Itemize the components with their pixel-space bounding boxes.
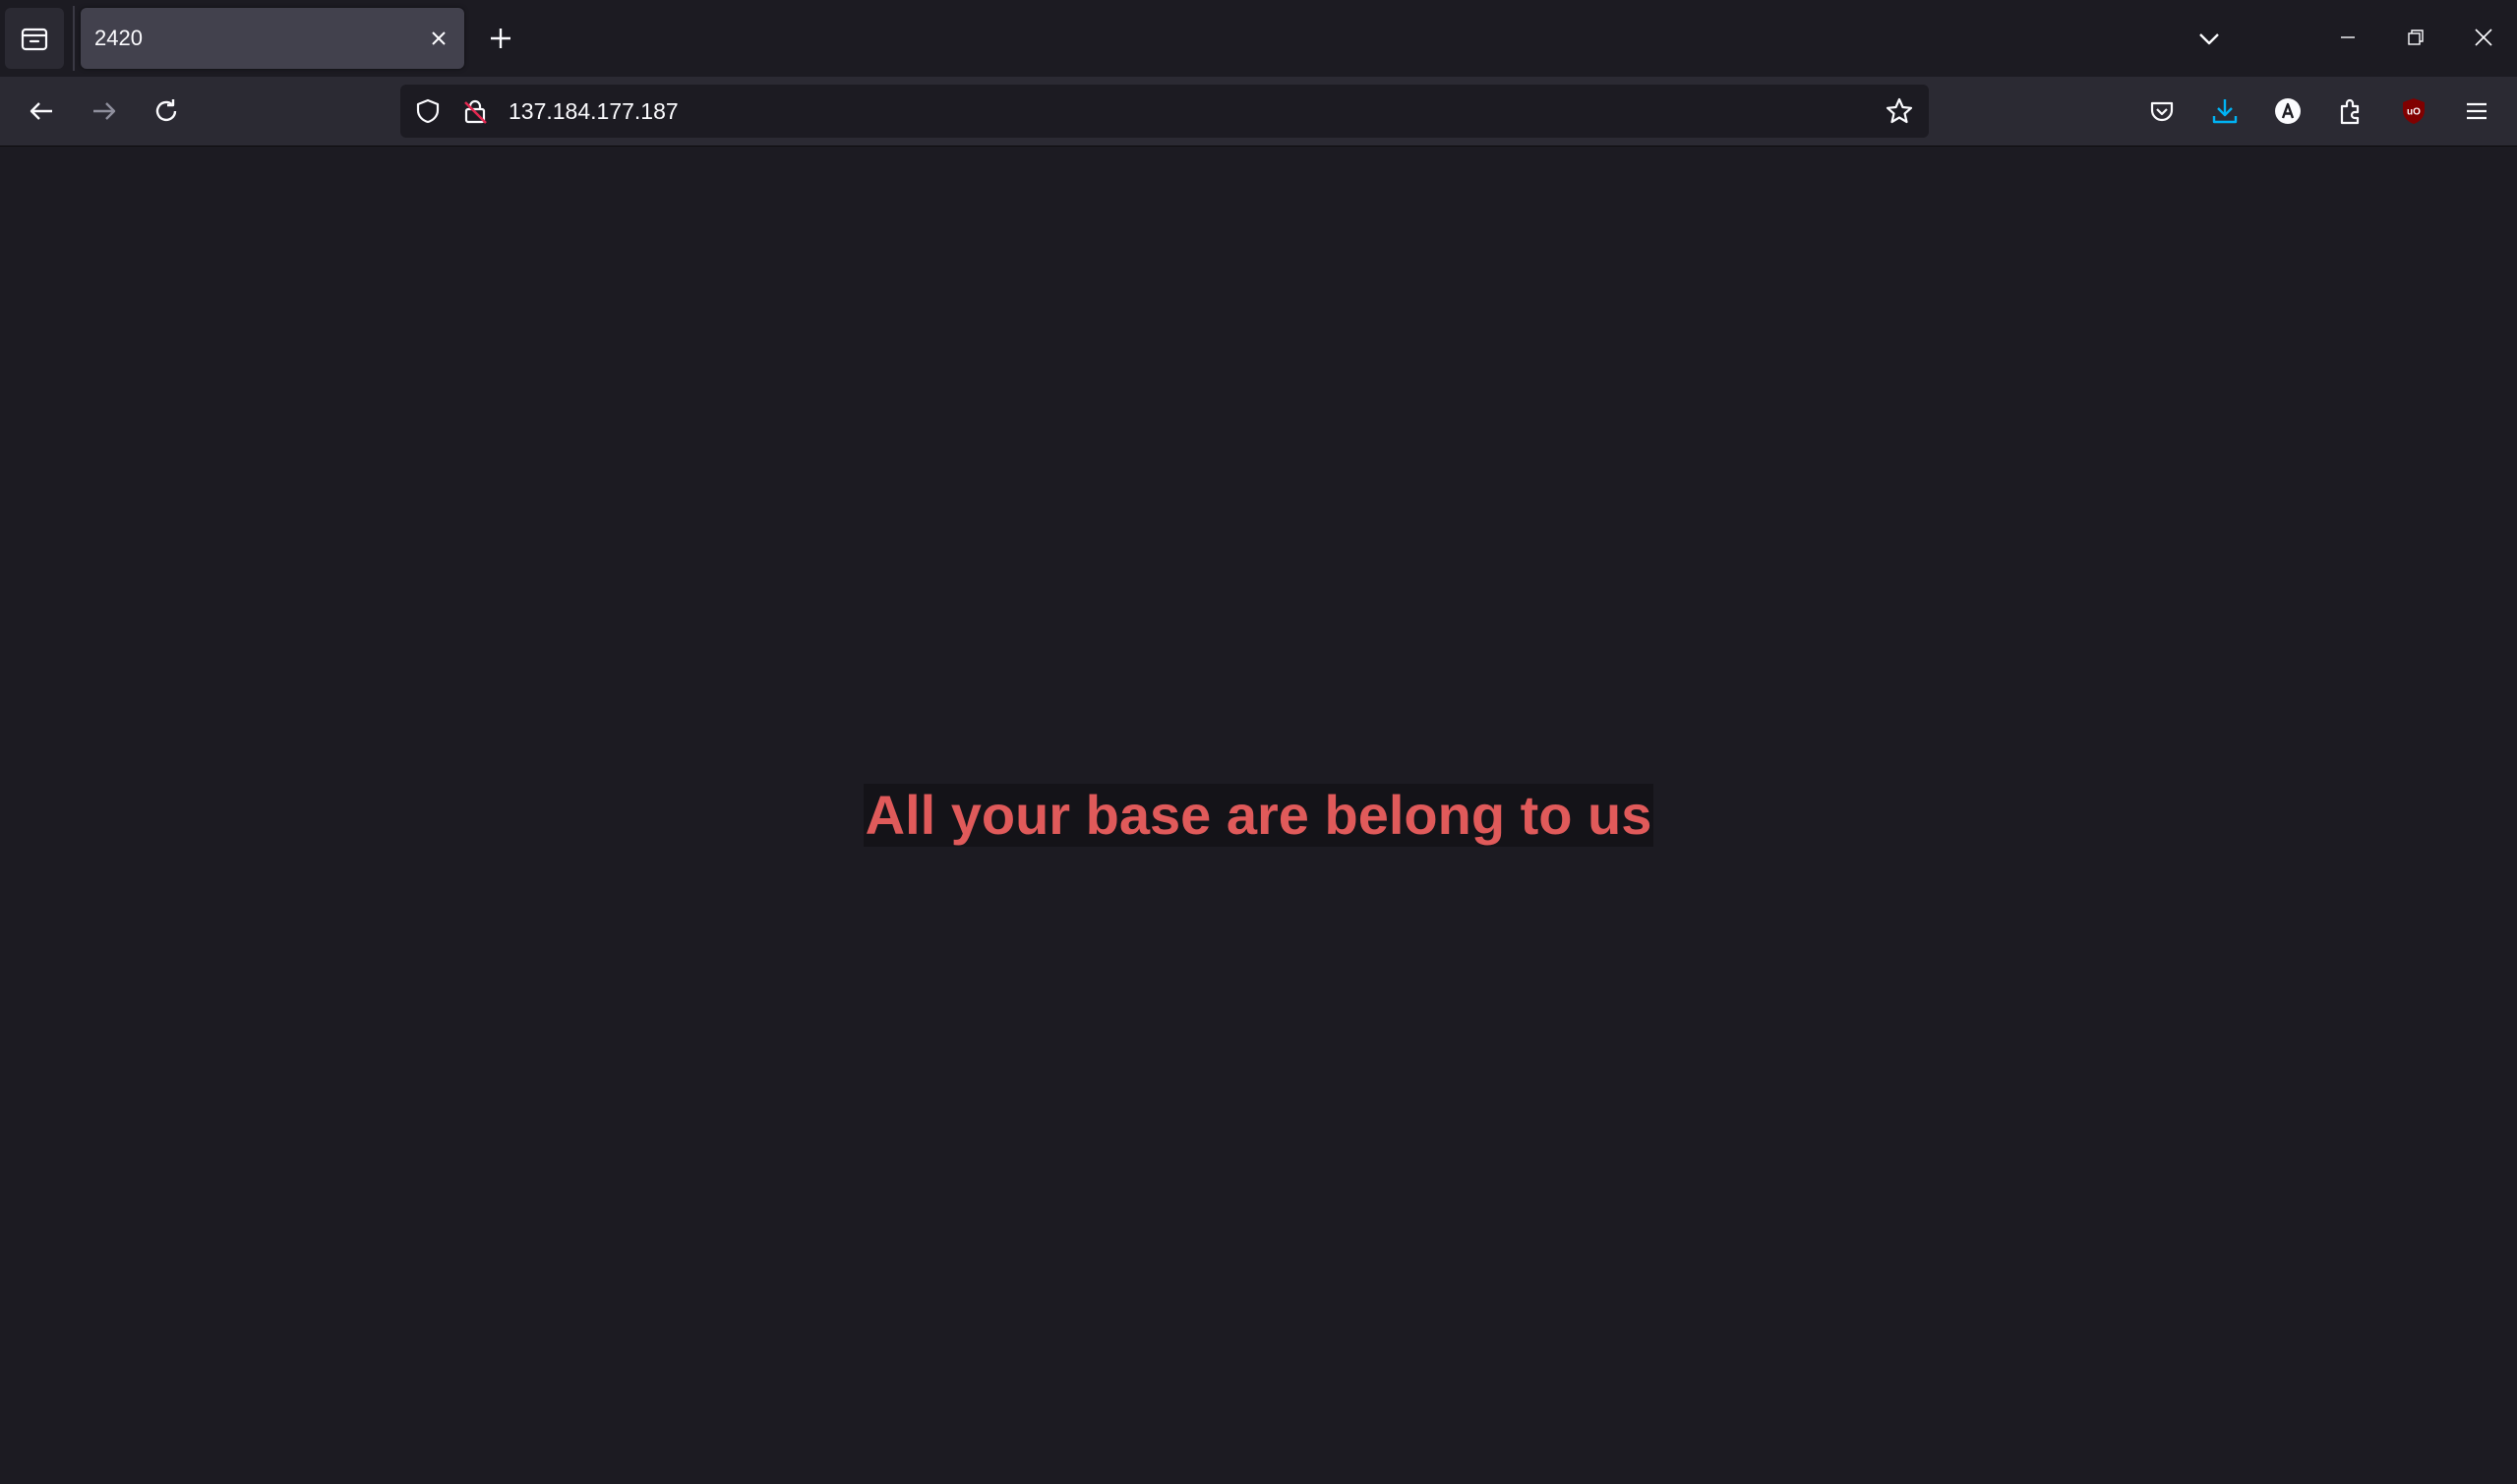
svg-text:uO: uO: [2407, 107, 2421, 118]
download-icon: [2210, 96, 2240, 126]
reload-icon: [151, 96, 181, 126]
lock-insecure-icon: [461, 97, 489, 125]
close-window-button[interactable]: [2464, 18, 2503, 57]
chevron-down-icon: [2196, 27, 2222, 52]
star-icon: [1885, 96, 1914, 126]
navigation-toolbar: 137.184.177.187 uO: [0, 77, 2517, 147]
account-icon: [2273, 96, 2303, 126]
forward-button[interactable]: [85, 91, 124, 131]
new-tab-button[interactable]: [482, 20, 519, 57]
site-information-button[interactable]: [459, 95, 491, 127]
url-bar[interactable]: 137.184.177.187: [400, 85, 1929, 138]
close-window-icon: [2473, 27, 2494, 48]
minimize-button[interactable]: [2328, 18, 2367, 57]
hamburger-menu-icon: [2463, 97, 2490, 125]
page-headline: All your base are belong to us: [863, 784, 1654, 847]
minimize-icon: [2338, 28, 2358, 47]
tab-close-button[interactable]: [423, 23, 454, 54]
list-all-tabs-button[interactable]: [2189, 20, 2229, 59]
close-icon: [429, 29, 449, 48]
reload-button[interactable]: [147, 91, 186, 131]
ublock-origin-button[interactable]: uO: [2394, 91, 2433, 131]
back-button[interactable]: [22, 91, 61, 131]
downloads-button[interactable]: [2205, 91, 2245, 131]
pocket-button[interactable]: [2142, 91, 2182, 131]
browser-window: 2420 137.184.177.187 uO All your base ar…: [0, 0, 2517, 1484]
firefox-view-button[interactable]: [5, 8, 64, 69]
active-tab[interactable]: 2420: [81, 8, 464, 69]
ublock-origin-icon: uO: [2399, 96, 2428, 126]
headline-container: All your base are belong to us: [0, 784, 2517, 847]
pocket-icon: [2148, 97, 2176, 125]
tracking-protection-button[interactable]: [412, 95, 444, 127]
tab-strip-divider: [73, 6, 75, 71]
plus-icon: [488, 26, 513, 51]
shield-icon: [414, 97, 442, 125]
restore-button[interactable]: [2396, 18, 2435, 57]
arrow-left-icon: [27, 96, 56, 126]
url-text[interactable]: 137.184.177.187: [509, 85, 679, 138]
account-button[interactable]: [2268, 91, 2307, 131]
page-content: All your base are belong to us: [0, 147, 2517, 1484]
tab-title: 2420: [94, 26, 143, 50]
application-menu-button[interactable]: [2457, 91, 2496, 131]
tab-strip: 2420: [0, 0, 2517, 77]
firefox-view-icon: [19, 23, 50, 54]
bookmark-button[interactable]: [1884, 95, 1915, 127]
arrow-right-icon: [90, 96, 119, 126]
restore-icon: [2406, 28, 2426, 47]
puzzle-icon: [2336, 96, 2366, 126]
extensions-button[interactable]: [2331, 91, 2370, 131]
